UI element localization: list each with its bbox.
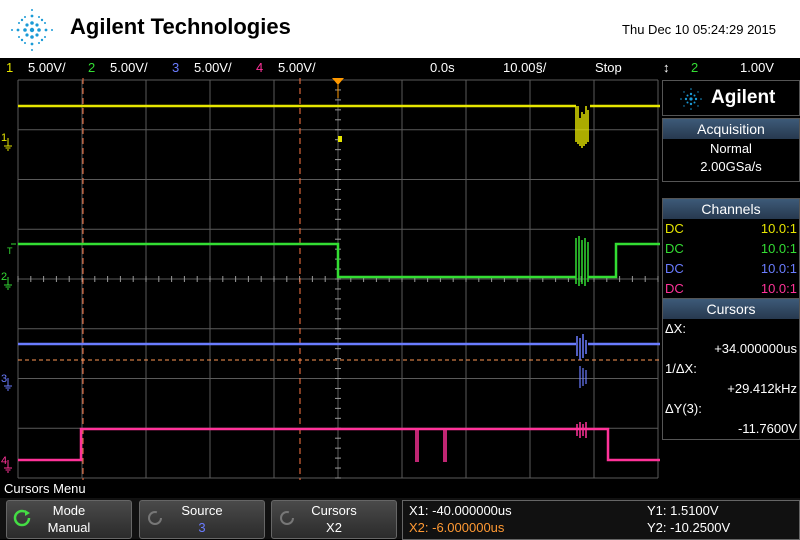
ch3-waveform	[18, 334, 660, 388]
timebase-scale[interactable]: 10.00§/	[503, 60, 546, 75]
delta-x-value: +34.000000us	[714, 341, 797, 356]
ch1-ground-marker-icon[interactable]: 1	[1, 132, 12, 151]
agilent-spark-small-icon	[680, 88, 702, 110]
acquisition-title: Acquisition	[663, 119, 799, 139]
trigger-level[interactable]: 1.00V	[740, 60, 774, 75]
side-panel: Agilent Acquisition Normal 2.00GSa/s Cha…	[660, 78, 800, 480]
ch3-coupling: DC	[665, 261, 684, 276]
cursor-x2-readout: X2: -6.000000us	[409, 520, 505, 535]
ch3-probe: 10.0:1	[760, 261, 797, 276]
ch2-scale[interactable]: 5.00V/	[110, 60, 148, 75]
ch4-probe: 10.0:1	[760, 281, 797, 296]
cursors-softkey[interactable]: Cursors X2	[271, 500, 397, 539]
sample-rate: 2.00GSa/s	[700, 159, 762, 174]
ch2-coupling: DC	[665, 241, 684, 256]
cursor-readout-box: X1: -40.000000us X2: -6.000000us Y1: 1.5…	[402, 500, 800, 540]
side-logo-text: Agilent	[711, 87, 776, 108]
waveform-canvas: 1 T 2 3 4	[1, 78, 660, 480]
trigger-channel[interactable]: 2	[691, 60, 698, 75]
ch3-ground-marker-icon[interactable]: 3	[1, 373, 12, 391]
horizontal-delay[interactable]: 0.0s	[430, 60, 455, 75]
channel-row: DC 10.0:1	[663, 259, 799, 279]
ch2-number[interactable]: 2	[88, 60, 95, 75]
delta-y-value: -11.7600V	[737, 421, 797, 436]
source-label: Source	[181, 503, 223, 518]
mode-softkey[interactable]: Mode Manual	[6, 500, 132, 539]
ch1-marker-label: 1	[1, 132, 7, 144]
menu-title-bar: Cursors Menu	[0, 480, 800, 498]
agilent-spark-logo-icon	[11, 9, 53, 51]
menu-title: Cursors Menu	[4, 481, 86, 496]
cursors-title: Cursors	[663, 299, 799, 319]
waveform-display[interactable]: 1 T 2 3 4	[0, 78, 660, 480]
channel-row: DC 10.0:1	[663, 279, 799, 299]
trigger-slope-icon: ↕	[663, 60, 670, 75]
ch1-number[interactable]: 1	[6, 60, 13, 75]
cursors-value: X2	[326, 520, 342, 535]
mode-label: Mode	[52, 503, 86, 518]
source-value: 3	[198, 520, 206, 535]
channels-title: Channels	[663, 199, 799, 219]
acquisition-panel[interactable]: Acquisition Normal 2.00GSa/s	[662, 118, 800, 182]
cursors-label: Cursors	[311, 503, 357, 518]
trigger-position-marker[interactable]	[332, 78, 344, 85]
date-time: Thu Dec 10 05:24:29 2015	[622, 22, 776, 37]
ch2-marker-label: 2	[1, 271, 7, 283]
ch3-number[interactable]: 3	[172, 60, 179, 75]
inverse-delta-x-label: 1/ΔX:	[665, 361, 697, 376]
ch2-ground-marker-icon[interactable]: 2	[1, 271, 12, 290]
cursor-y1-readout: Y1: 1.5100V	[647, 503, 719, 518]
channels-panel[interactable]: Channels DC 10.0:1 DC 10.0:1 DC 10.0:1 D…	[662, 198, 800, 300]
delta-x-label: ΔX:	[665, 321, 686, 336]
channel-row: DC 10.0:1	[663, 239, 799, 259]
ch1-scale[interactable]: 5.00V/	[28, 60, 66, 75]
ch4-number[interactable]: 4	[256, 60, 263, 75]
mode-value: Manual	[47, 520, 91, 535]
cursor-y2-readout: Y2: -10.2500V	[647, 520, 731, 535]
ch3-marker-label: 3	[1, 373, 7, 385]
channel-row: DC 10.0:1	[663, 219, 799, 239]
source-softkey[interactable]: Source 3	[139, 500, 265, 539]
ch1-coupling: DC	[665, 221, 684, 236]
agilent-logo-box: Agilent	[662, 80, 800, 116]
cursors-panel[interactable]: Cursors ΔX: +34.000000us 1/ΔX: +29.412kH…	[662, 298, 800, 440]
cursor-x1-readout: X1: -40.000000us	[409, 503, 512, 518]
ch4-ground-marker-icon[interactable]: 4	[1, 455, 12, 473]
trigger-level-marker-icon[interactable]: T	[7, 243, 16, 256]
ch1-waveform	[18, 104, 660, 148]
status-bar: 1 5.00V/ 2 5.00V/ 3 5.00V/ 4 5.00V/ 0.0s…	[0, 58, 800, 78]
run-state: Stop	[595, 60, 622, 75]
brand-title: Agilent Technologies	[70, 14, 291, 39]
frequency-value: +29.412kHz	[727, 381, 797, 396]
delta-y-label: ΔY(3):	[665, 401, 702, 416]
ch4-coupling: DC	[665, 281, 684, 296]
ch2-probe: 10.0:1	[760, 241, 797, 256]
acquisition-mode: Normal	[710, 141, 752, 156]
header-bar: Agilent Technologies Thu Dec 10 05:24:29…	[0, 0, 800, 58]
ch4-waveform	[18, 422, 660, 462]
ch1-probe: 10.0:1	[760, 221, 797, 236]
ch4-marker-label: 4	[1, 455, 7, 467]
ch3-scale[interactable]: 5.00V/	[194, 60, 232, 75]
trigger-t-label: T	[7, 246, 13, 256]
ch4-scale[interactable]: 5.00V/	[278, 60, 316, 75]
